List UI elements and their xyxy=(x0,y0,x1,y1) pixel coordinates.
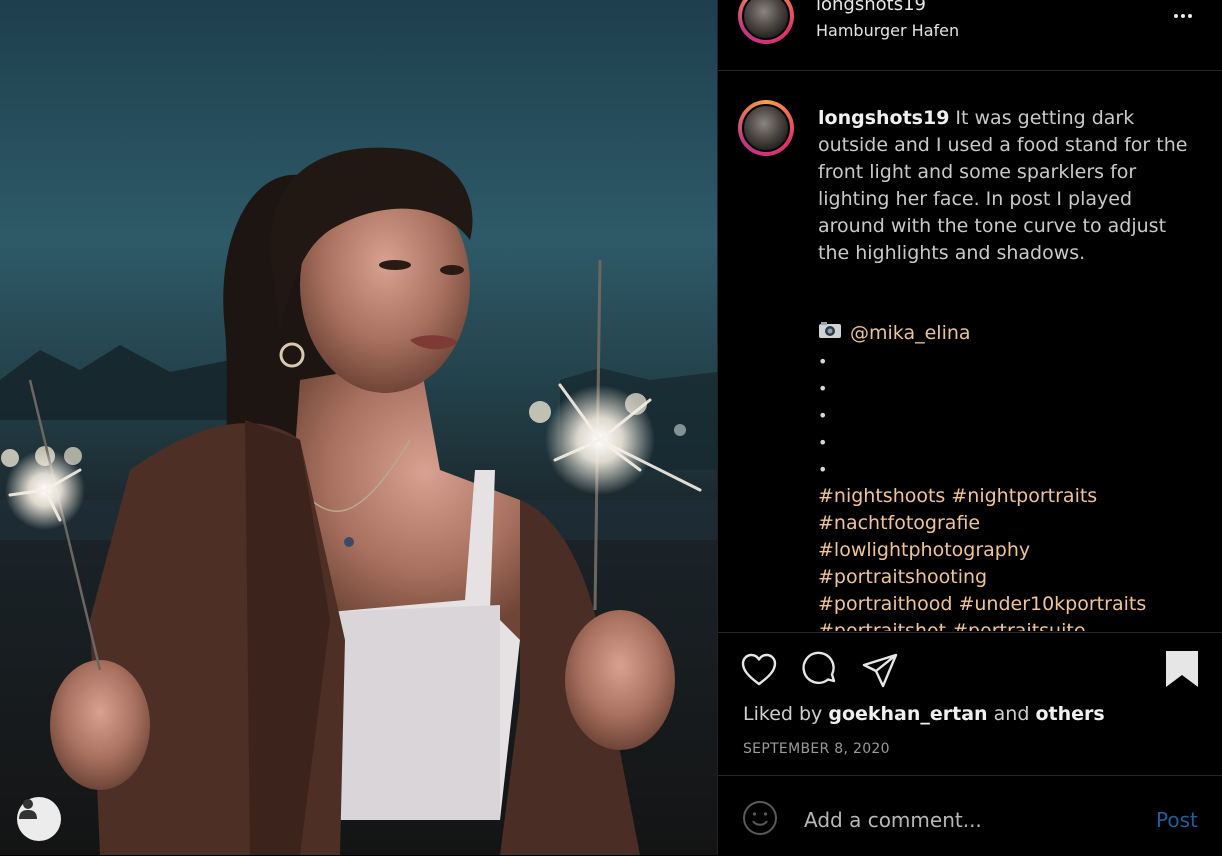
liked-user-link[interactable]: goekhan_ertan xyxy=(828,703,987,725)
comment-bar: Post xyxy=(718,775,1222,856)
header-location[interactable]: Hamburger Hafen xyxy=(816,21,959,40)
liked-others-link[interactable]: others xyxy=(1035,703,1104,725)
photo-credit: @mika_elina xyxy=(818,321,971,344)
dot: • xyxy=(818,460,828,479)
likes-summary: Liked by goekhan_ertan and others xyxy=(743,703,1105,725)
dot: • xyxy=(818,406,828,425)
credit-handle-link[interactable]: @mika_elina xyxy=(850,322,971,344)
post-comment-button[interactable]: Post xyxy=(1156,808,1198,832)
avatar[interactable] xyxy=(738,0,794,44)
comment-input[interactable] xyxy=(802,804,1146,836)
dot: • xyxy=(818,379,828,398)
post-date[interactable]: SEPTEMBER 8, 2020 xyxy=(743,741,890,757)
more-icon[interactable] xyxy=(1174,6,1196,26)
user-tag-button[interactable] xyxy=(17,797,61,841)
post-header: longshots19 Hamburger Hafen xyxy=(718,0,1222,71)
hashtag-line[interactable]: #lowlightphotography xyxy=(818,537,1198,564)
post-panel: longshots19 Hamburger Hafen longshots19 I… xyxy=(717,0,1222,855)
dot: • xyxy=(818,352,828,371)
hashtag-line[interactable]: #portraithood #under10kportraits xyxy=(818,591,1198,618)
dot-separators: • • • • • xyxy=(818,348,827,483)
comment-icon[interactable] xyxy=(801,651,839,689)
hashtags: #nightshoots #nightportraits #nachtfotog… xyxy=(818,483,1198,631)
liked-and: and xyxy=(993,703,1030,725)
heart-icon[interactable] xyxy=(740,651,778,689)
header-username[interactable]: longshots19 xyxy=(816,0,926,15)
hashtag-line[interactable]: #portraitshooting xyxy=(818,564,1198,591)
caption-text: longshots19 It was getting dark outside a… xyxy=(818,105,1198,267)
caption-section: longshots19 It was getting dark outside a… xyxy=(718,71,1222,631)
bookmark-icon[interactable] xyxy=(1163,651,1201,689)
caption-body: It was getting dark outside and I used a… xyxy=(818,107,1188,264)
caption-username[interactable]: longshots19 xyxy=(818,107,949,129)
post-photo[interactable] xyxy=(0,0,717,855)
liked-prefix: Liked by xyxy=(743,703,823,725)
hashtag-line[interactable]: #portraitshot #portraitsuite xyxy=(818,618,1198,631)
caption-avatar[interactable] xyxy=(738,100,794,156)
hashtag-line[interactable]: #nightshoots #nightportraits xyxy=(818,483,1198,510)
share-icon[interactable] xyxy=(861,651,899,689)
user-tag-icon xyxy=(19,799,37,819)
portrait-image xyxy=(0,147,717,855)
dot: • xyxy=(818,433,828,452)
emoji-icon[interactable] xyxy=(742,800,778,836)
hashtag-line[interactable]: #nachtfotografie xyxy=(818,510,1198,537)
camera-icon xyxy=(818,321,842,344)
action-bar: Liked by goekhan_ertan and others SEPTEM… xyxy=(718,632,1222,775)
